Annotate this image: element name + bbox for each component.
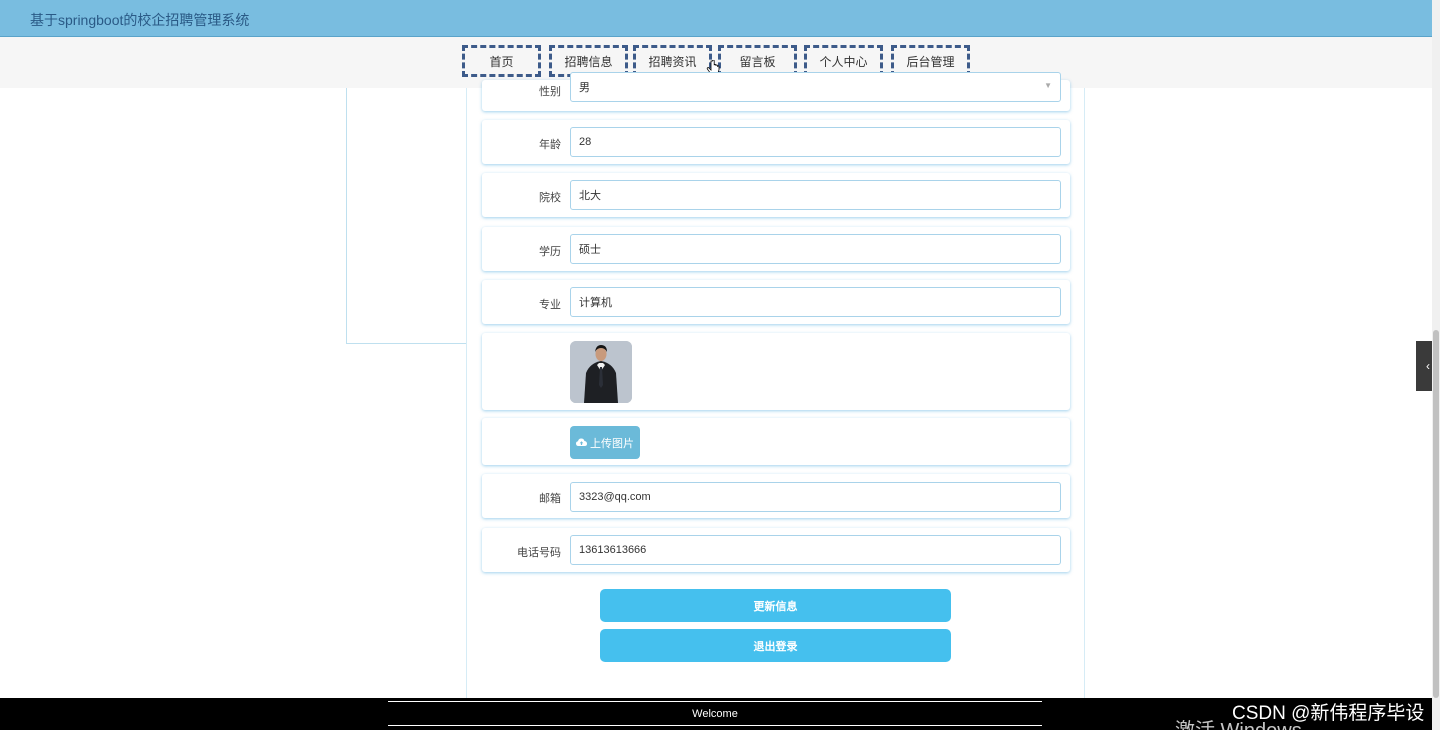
avatar [570,341,632,403]
logout-button[interactable]: 退出登录 [600,629,951,662]
cloud-upload-icon [576,438,587,446]
gender-select[interactable]: 男 ▼ [570,72,1061,102]
csdn-watermark: CSDN @新伟程序毕设 [1232,703,1425,724]
title-bar: 基于springboot的校企招聘管理系统 [0,0,1432,37]
age-label: 年龄 [539,139,561,151]
update-info-button[interactable]: 更新信息 [600,589,951,622]
form-row-gender: 性别 男 ▼ [482,72,1070,111]
form-row-age: 年龄 28 [482,120,1070,164]
gender-value: 男 [579,82,590,94]
phone-input[interactable]: 13613613666 [570,535,1061,565]
age-input[interactable]: 28 [570,127,1061,157]
chevron-left-icon: ‹ [1426,359,1430,373]
major-label: 专业 [539,299,561,311]
chevron-down-icon: ▼ [1044,81,1052,90]
form-row-major: 专业 计算机 [482,280,1070,324]
footer-divider-bottom [388,725,1042,726]
footer-divider-top [388,701,1042,702]
education-input[interactable]: 硕士 [570,234,1061,264]
email-input[interactable]: 3323@qq.com [570,482,1061,512]
phone-label: 电话号码 [517,547,561,559]
major-input[interactable]: 计算机 [570,287,1061,317]
form-row-education: 学历 硕士 [482,227,1070,271]
education-label: 学历 [539,246,561,258]
upload-label: 上传图片 [590,437,634,450]
scrollbar-thumb[interactable] [1433,330,1439,698]
form-row-school: 院校 北大 [482,173,1070,217]
email-label: 邮箱 [539,493,561,505]
left-panel [346,88,468,344]
form-row-email: 邮箱 3323@qq.com [482,474,1070,518]
nav-item-home[interactable]: 首页 [462,45,541,77]
form-row-upload: 上传图片 [482,418,1070,465]
footer-welcome: Welcome [692,708,738,720]
school-input[interactable]: 北大 [570,180,1061,210]
form-row-phone: 电话号码 13613613666 [482,528,1070,572]
upload-image-button[interactable]: 上传图片 [570,426,640,459]
form-row-photo [482,333,1070,410]
school-label: 院校 [539,192,561,204]
app-title: 基于springboot的校企招聘管理系统 [30,12,250,28]
gender-label: 性别 [539,86,561,98]
person-photo-icon [570,341,632,403]
